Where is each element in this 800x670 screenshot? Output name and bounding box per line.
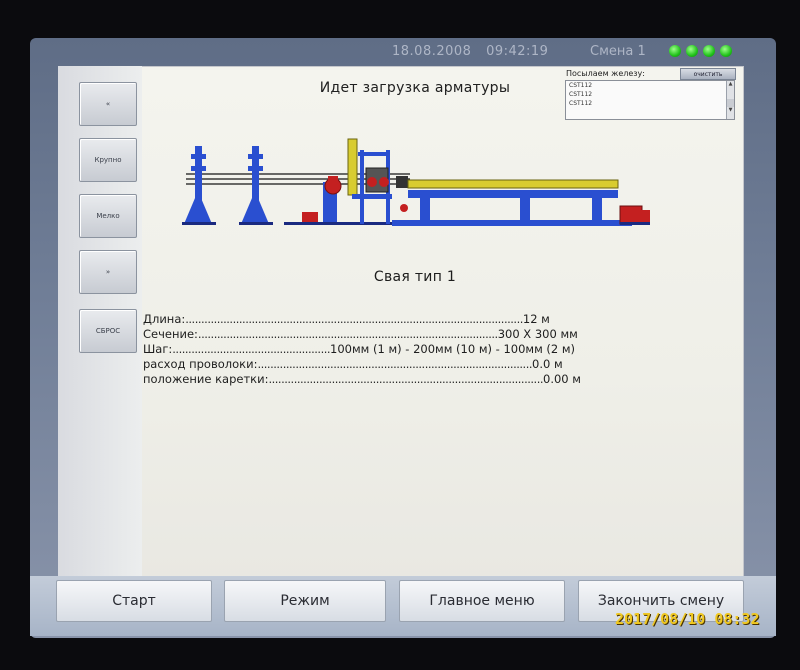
send-panel-label: Посылаем железу:	[566, 69, 645, 78]
double-right-arrow-icon[interactable]: »	[79, 250, 137, 294]
zoom-in-button[interactable]: Крупно	[79, 138, 137, 182]
scroll-thumb[interactable]	[727, 99, 734, 107]
machine-diagram	[182, 138, 650, 226]
shift-indicator: Смена 1	[590, 44, 646, 59]
param-section: Сечение:................................…	[143, 327, 578, 341]
send-list[interactable]: CST112 CST112 CST112 ▲ ▼	[565, 80, 735, 120]
camera-timestamp: 2017/08/10 08:32	[615, 610, 760, 628]
datetime-display: 18.08.2008 09:42:19	[392, 44, 549, 59]
start-button[interactable]: Старт	[56, 580, 212, 622]
page-title: Идет загрузка арматуры	[319, 80, 511, 96]
param-length: Длина:..................................…	[143, 312, 550, 326]
support-stand-icon	[239, 146, 273, 225]
pile-type-label: Свая тип 1	[373, 269, 457, 285]
carriage-bed-icon	[400, 179, 650, 225]
scroll-down-icon[interactable]: ▼	[727, 107, 734, 116]
list-item: CST112	[569, 82, 593, 89]
reset-button[interactable]: СБРОС	[79, 309, 137, 353]
base-rail	[284, 222, 400, 225]
mode-button[interactable]: Режим	[224, 580, 386, 622]
wire-reel-icon	[302, 176, 342, 222]
status-leds	[669, 45, 732, 57]
param-value: 300 X 300 мм	[497, 327, 578, 341]
status-led	[686, 45, 698, 57]
param-value: 0.00 м	[543, 372, 581, 386]
param-value: 100мм (1 м) - 200мм (10 м) - 100мм (2 м)	[330, 342, 576, 356]
zoom-out-button[interactable]: Мелко	[79, 194, 137, 238]
list-item: CST112	[569, 100, 593, 107]
send-panel: Посылаем железу: очистить CST112 CST112 …	[563, 68, 739, 120]
status-led	[720, 45, 732, 57]
support-stand-icon	[182, 146, 216, 225]
status-led	[669, 45, 681, 57]
scroll-up-icon[interactable]: ▲	[727, 81, 734, 90]
param-value: 12 м	[522, 312, 550, 326]
double-left-arrow-icon[interactable]: «	[79, 82, 137, 126]
param-wire-usage: расход проволоки:.......................…	[143, 357, 563, 371]
param-step: Шаг:....................................…	[143, 342, 576, 356]
param-carriage-position: положение каретки:......................…	[143, 372, 581, 386]
status-led	[703, 45, 715, 57]
main-menu-button[interactable]: Главное меню	[399, 580, 565, 622]
scrollbar[interactable]: ▲ ▼	[726, 81, 734, 119]
clear-button[interactable]: очистить	[680, 68, 736, 80]
param-value: 0.0 м	[532, 357, 563, 371]
list-item: CST112	[569, 91, 593, 98]
scroll-track	[727, 90, 734, 99]
